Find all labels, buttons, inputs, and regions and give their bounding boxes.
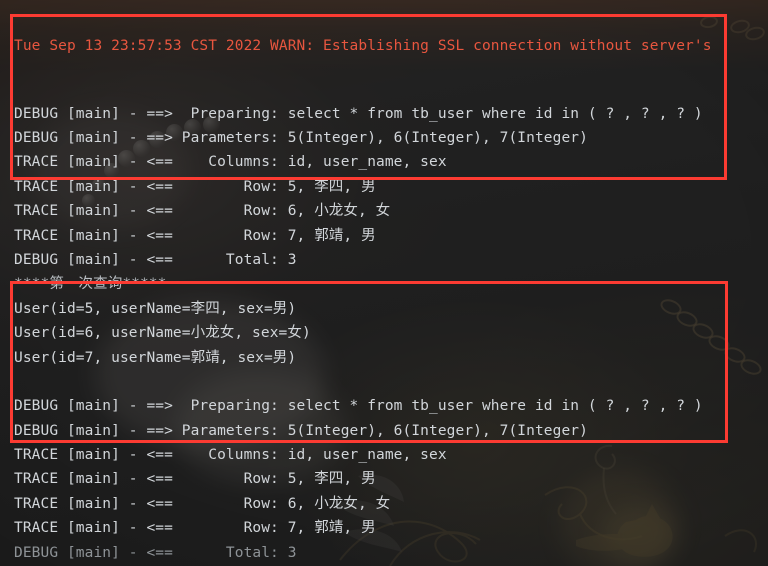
log-line: ****第一次查询*****	[14, 276, 167, 293]
log-line-clipped: Tue Sep 13 23:57:53 CST 2022 WARN: Estab…	[14, 38, 712, 53]
log-line: DEBUG [main] - <== Total: 3	[14, 544, 297, 561]
log-line: TRACE [main] - <== Row: 7, 郭靖, 男	[14, 227, 376, 244]
log-line-list: DEBUG [main] - ==> Preparing: select * f…	[14, 102, 768, 566]
log-line: DEBUG [main] - ==> Parameters: 5(Integer…	[14, 130, 588, 147]
log-line: TRACE [main] - <== Row: 7, 郭靖, 男	[14, 520, 376, 537]
log-line: User(id=6, userName=小龙女, sex=女)	[14, 325, 311, 342]
console-output-panel[interactable]: Tue Sep 13 23:57:53 CST 2022 WARN: Estab…	[0, 0, 768, 566]
log-line: User(id=5, userName=李四, sex=男)	[14, 300, 297, 317]
log-line: TRACE [main] - <== Row: 5, 李四, 男	[14, 471, 376, 488]
log-line: TRACE [main] - <== Columns: id, user_nam…	[14, 447, 447, 464]
log-line: DEBUG [main] - <== Total: 3	[14, 251, 297, 268]
log-line: TRACE [main] - <== Row: 6, 小龙女, 女	[14, 203, 391, 220]
log-line: TRACE [main] - <== Row: 6, 小龙女, 女	[14, 495, 391, 512]
log-line: DEBUG [main] - ==> Preparing: select * f…	[14, 398, 703, 415]
console-log-text[interactable]: Tue Sep 13 23:57:53 CST 2022 WARN: Estab…	[0, 0, 768, 566]
log-line: TRACE [main] - <== Row: 5, 李四, 男	[14, 178, 376, 195]
log-line: TRACE [main] - <== Columns: id, user_nam…	[14, 154, 447, 171]
log-line: User(id=7, userName=郭靖, sex=男)	[14, 349, 297, 366]
log-line: DEBUG [main] - ==> Parameters: 5(Integer…	[14, 422, 588, 439]
log-line: DEBUG [main] - ==> Preparing: select * f…	[14, 105, 703, 122]
